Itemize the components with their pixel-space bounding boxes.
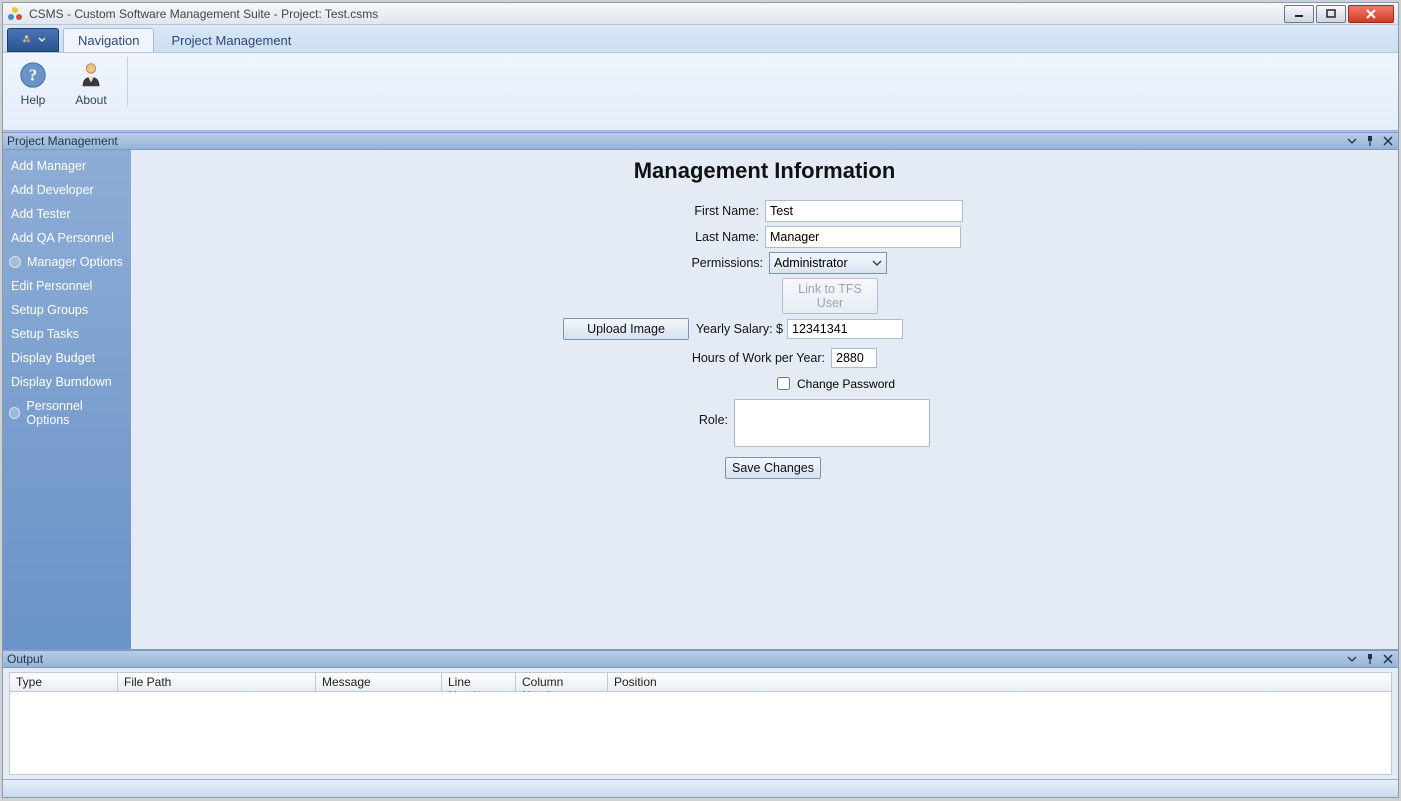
window-title: CSMS - Custom Software Management Suite …	[29, 7, 378, 21]
output-panel-title: Output	[7, 652, 1346, 666]
radio-icon	[9, 256, 21, 268]
app-menu-button[interactable]	[7, 28, 59, 52]
sidebar-item-display-budget[interactable]: Display Budget	[3, 346, 131, 370]
role-input[interactable]	[734, 399, 930, 447]
tab-navigation[interactable]: Navigation	[63, 28, 154, 52]
sidebar-item-label: Manager Options	[27, 255, 123, 269]
pm-sidebar: Add Manager Add Developer Add Tester Add…	[3, 150, 131, 649]
yearly-salary-label: Yearly Salary: $	[695, 322, 783, 336]
tab-project-management[interactable]: Project Management	[156, 28, 306, 52]
last-name-input[interactable]	[765, 226, 961, 248]
output-panel-header: Output	[3, 650, 1398, 668]
col-line[interactable]: Line Number	[442, 673, 516, 691]
ribbon-tabstrip: Navigation Project Management	[3, 25, 1398, 53]
svg-text:?: ?	[29, 66, 37, 85]
col-type[interactable]: Type	[10, 673, 118, 691]
ribbon-body: ? Help About	[3, 53, 1398, 131]
maximize-button[interactable]	[1316, 5, 1346, 23]
title-bar: CSMS - Custom Software Management Suite …	[3, 3, 1398, 25]
app-window: CSMS - Custom Software Management Suite …	[2, 2, 1399, 798]
last-name-label: Last Name:	[131, 230, 759, 244]
sidebar-item-edit-personnel[interactable]: Edit Personnel	[3, 274, 131, 298]
panel-close-icon[interactable]	[1382, 653, 1394, 665]
col-file-path[interactable]: File Path	[118, 673, 316, 691]
sidebar-item-display-burndown[interactable]: Display Burndown	[3, 370, 131, 394]
app-icon	[7, 6, 23, 22]
pin-icon[interactable]	[1364, 653, 1376, 665]
help-icon: ?	[17, 59, 49, 91]
dock-area: Project Management Add Manager Add	[3, 131, 1398, 779]
help-label: Help	[21, 93, 46, 107]
yearly-salary-input[interactable]	[787, 319, 903, 339]
close-button[interactable]	[1348, 5, 1394, 23]
project-management-panel: Project Management Add Manager Add	[3, 132, 1398, 649]
about-button[interactable]: About	[69, 57, 113, 107]
sidebar-item-personnel-options[interactable]: Personnel Options	[3, 394, 131, 432]
col-message[interactable]: Message	[316, 673, 442, 691]
sidebar-item-setup-groups[interactable]: Setup Groups	[3, 298, 131, 322]
sidebar-item-add-tester[interactable]: Add Tester	[3, 202, 131, 226]
sidebar-item-manager-options[interactable]: Manager Options	[3, 250, 131, 274]
ribbon-group: ? Help About	[11, 57, 128, 107]
output-columns: Type File Path Message Line Number Colum…	[9, 672, 1392, 692]
main-content: Management Information First Name: Last …	[131, 150, 1398, 649]
help-button[interactable]: ? Help	[11, 57, 55, 107]
hours-per-year-input[interactable]	[831, 348, 877, 368]
col-column[interactable]: Column Number	[516, 673, 608, 691]
link-tfs-button: Link to TFS User	[782, 278, 878, 314]
change-password-checkbox[interactable]	[777, 377, 790, 390]
chevron-down-icon	[872, 259, 882, 267]
panel-close-icon[interactable]	[1382, 135, 1394, 147]
pm-panel-title: Project Management	[7, 134, 1346, 148]
permissions-select[interactable]: Administrator	[769, 252, 887, 274]
col-position[interactable]: Position	[608, 673, 668, 691]
dropdown-icon[interactable]	[1346, 653, 1358, 665]
pin-icon[interactable]	[1364, 135, 1376, 147]
first-name-input[interactable]	[765, 200, 963, 222]
output-body	[9, 692, 1392, 775]
upload-image-button[interactable]: Upload Image	[563, 318, 689, 340]
first-name-label: First Name:	[131, 204, 759, 218]
role-label: Role:	[131, 399, 728, 427]
sidebar-item-add-qa[interactable]: Add QA Personnel	[3, 226, 131, 250]
sidebar-item-add-manager[interactable]: Add Manager	[3, 154, 131, 178]
sidebar-item-setup-tasks[interactable]: Setup Tasks	[3, 322, 131, 346]
permissions-value: Administrator	[774, 256, 848, 270]
minimize-button[interactable]	[1284, 5, 1314, 23]
change-password-label: Change Password	[797, 377, 895, 391]
permissions-label: Permissions:	[131, 256, 763, 270]
about-icon	[75, 59, 107, 91]
hours-per-year-label: Hours of Work per Year:	[131, 351, 825, 365]
page-title: Management Information	[131, 158, 1398, 184]
save-changes-button[interactable]: Save Changes	[725, 457, 821, 479]
dropdown-icon[interactable]	[1346, 135, 1358, 147]
sidebar-item-label: Personnel Options	[26, 399, 123, 427]
sidebar-item-add-developer[interactable]: Add Developer	[3, 178, 131, 202]
radio-icon	[9, 407, 20, 419]
pm-panel-header: Project Management	[3, 132, 1398, 150]
status-bar	[3, 779, 1398, 797]
about-label: About	[75, 93, 106, 107]
output-panel: Output Type File Path Message L	[3, 649, 1398, 779]
